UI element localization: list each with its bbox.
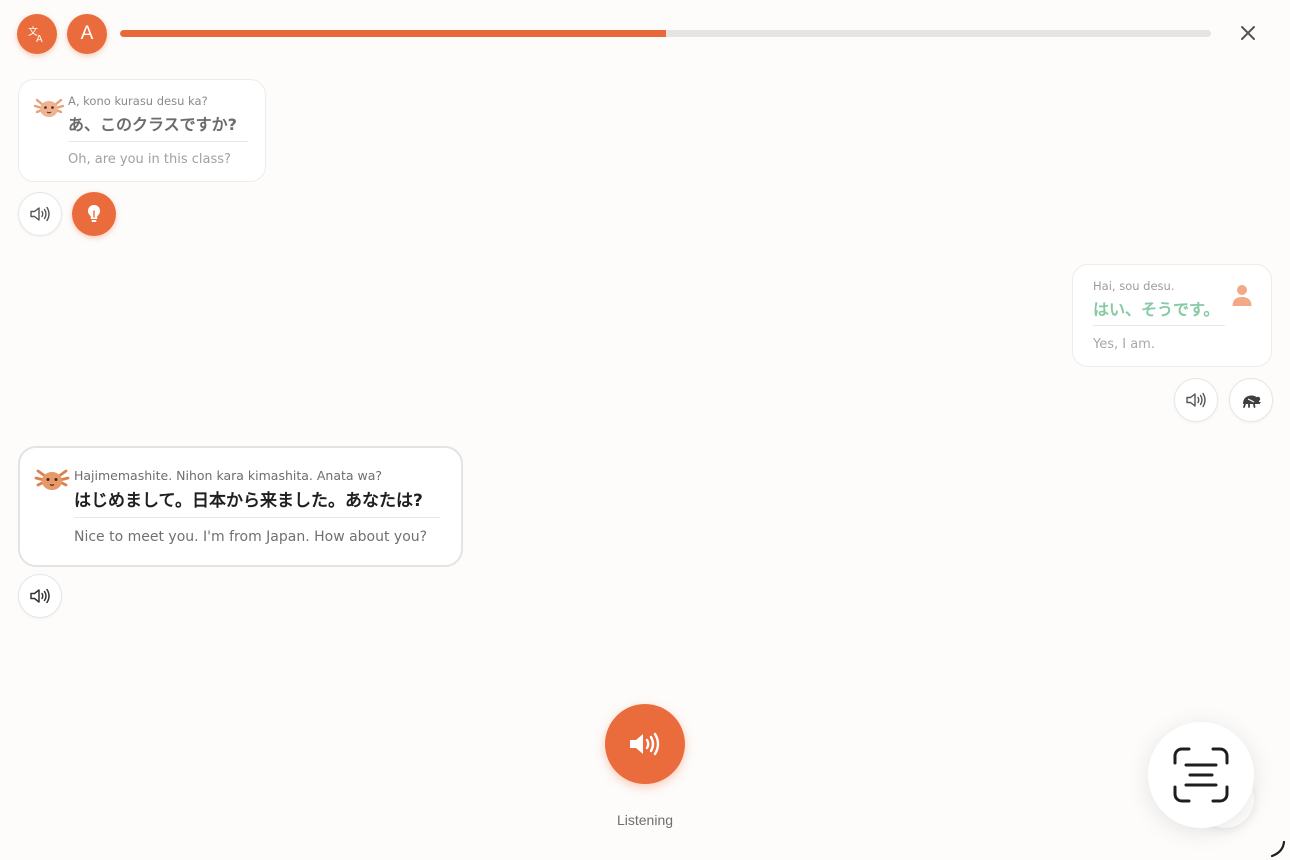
svg-text:A: A xyxy=(36,34,43,44)
play-audio-button[interactable] xyxy=(18,192,62,236)
translate-icon: 文 A xyxy=(28,25,43,44)
lesson-progress-fill xyxy=(120,30,666,37)
message-japanese: はじめまして。日本から来ました。あなたは? xyxy=(74,491,423,511)
lesson-progress-bar xyxy=(120,30,1211,37)
play-audio-button[interactable] xyxy=(1174,378,1218,422)
speaker-icon xyxy=(30,588,50,604)
message-romaji: Hai, sou desu. xyxy=(1093,279,1175,293)
axolotl-avatar-icon xyxy=(33,98,65,117)
romaji-toggle-label: A xyxy=(80,23,94,44)
message-romaji: Hajimemashite. Nihon kara kimashita. Ana… xyxy=(74,468,383,483)
loading-spinner-icon xyxy=(1270,840,1286,858)
translate-button[interactable]: 文 A xyxy=(17,14,57,54)
user-avatar-icon xyxy=(1232,285,1252,306)
message-bubble-user: Hai, sou desu. はい、そうです。 Yes, I am. xyxy=(1072,264,1272,367)
message-translation: Oh, are you in this class? xyxy=(68,152,231,167)
listen-button[interactable] xyxy=(605,704,685,784)
message-japanese: はい、そうです。 xyxy=(1093,300,1220,319)
slow-playback-button[interactable] xyxy=(1229,378,1273,422)
text-scan-icon xyxy=(1173,747,1229,803)
text-scan-button[interactable] xyxy=(1148,722,1254,828)
message-translation: Yes, I am. xyxy=(1093,337,1155,352)
message-divider xyxy=(1093,325,1225,326)
message-bubble-partner-2: Hajimemashite. Nihon kara kimashita. Ana… xyxy=(18,446,463,567)
axolotl-avatar-icon xyxy=(34,469,70,490)
message-bubble-partner-1: A, kono kurasu desu ka? あ、このクラスですか? Oh, … xyxy=(18,79,266,182)
romaji-toggle-button[interactable]: A xyxy=(67,14,107,54)
message-japanese: あ、このクラスですか? xyxy=(68,115,237,134)
message-translation: Nice to meet you. I'm from Japan. How ab… xyxy=(74,529,428,545)
slow-playback-icon xyxy=(1243,395,1261,408)
close-icon xyxy=(1241,26,1255,40)
play-audio-button[interactable] xyxy=(18,574,62,618)
speaker-icon xyxy=(1186,392,1206,408)
hint-bulb-icon xyxy=(88,205,100,222)
status-label: Listening xyxy=(616,812,674,828)
speaker-icon xyxy=(30,206,50,222)
speaker-icon xyxy=(630,732,660,756)
message-romaji: A, kono kurasu desu ka? xyxy=(68,94,208,108)
hint-button[interactable] xyxy=(72,192,116,236)
message-divider xyxy=(74,517,440,518)
message-divider xyxy=(68,141,248,142)
close-button[interactable] xyxy=(1234,19,1262,47)
